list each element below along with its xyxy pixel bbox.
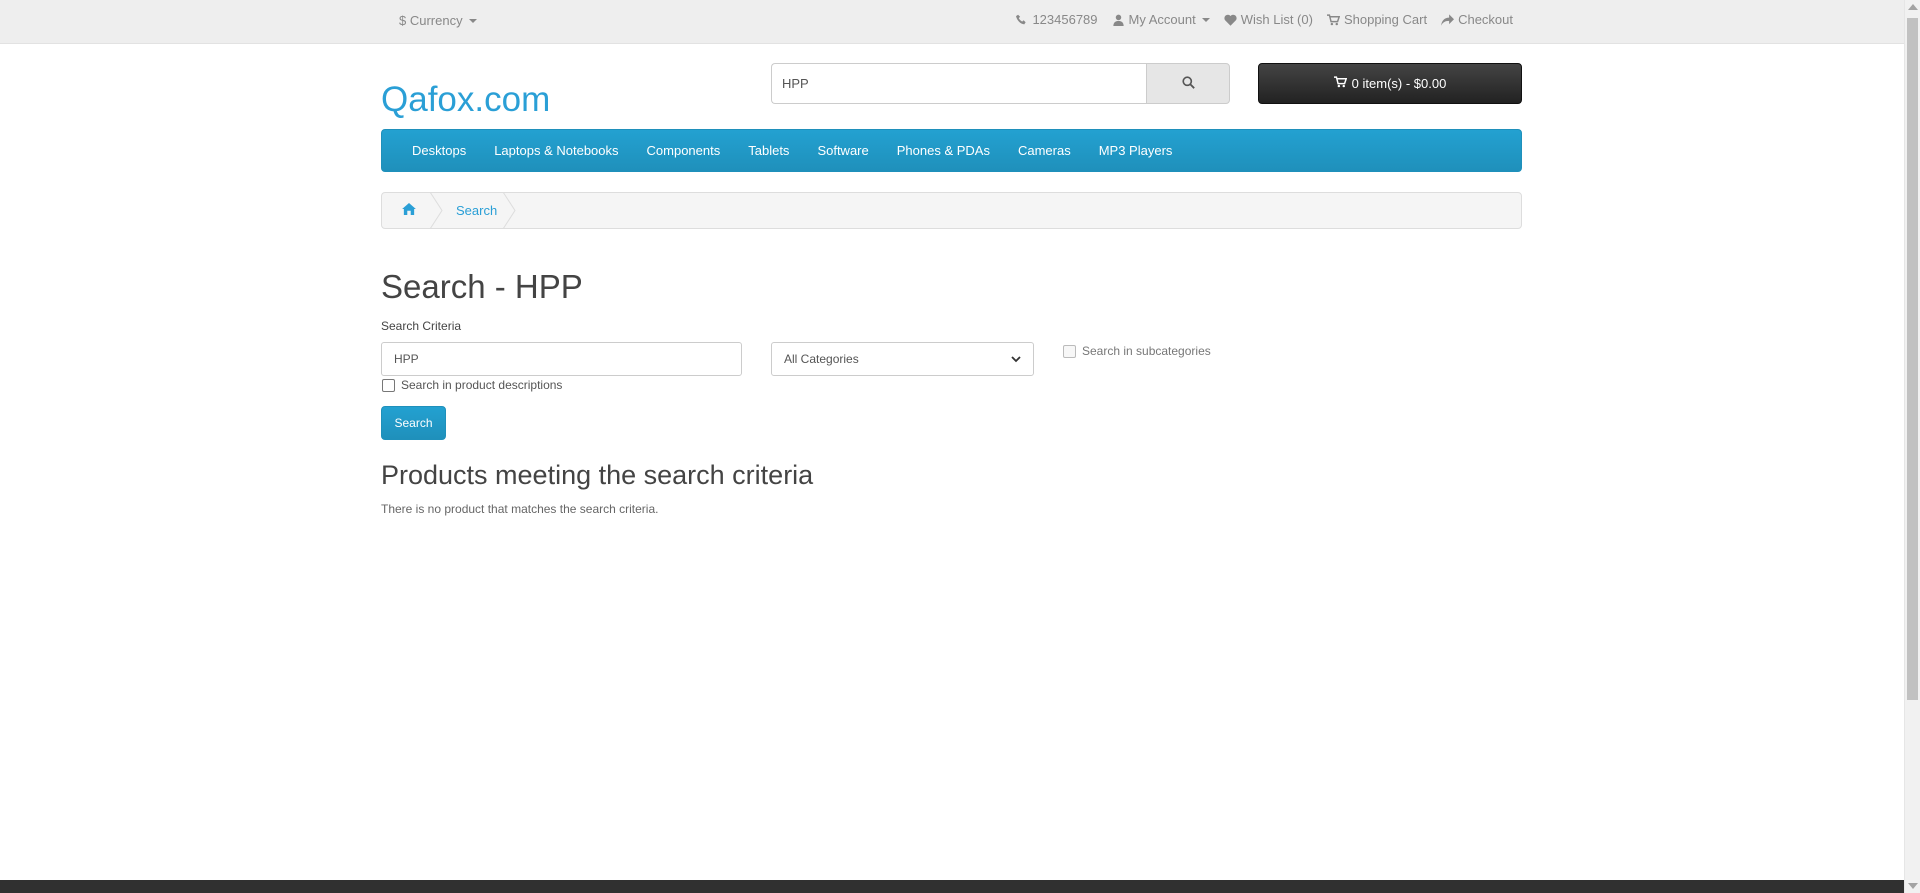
cart-icon (1333, 76, 1347, 91)
top-bar: $ Currency 123456789 My Account Wish Lis… (0, 0, 1904, 44)
shopping-cart-link[interactable]: Shopping Cart (1326, 12, 1428, 27)
subcategories-label: Search in subcategories (1082, 344, 1211, 358)
menu-item-tablets[interactable]: Tablets (734, 143, 803, 158)
menu-item-mp3-players[interactable]: MP3 Players (1085, 143, 1187, 158)
category-select[interactable]: All Categories (771, 342, 1034, 376)
menu-item-components[interactable]: Components (633, 143, 735, 158)
phone-icon (1015, 13, 1028, 26)
cart-icon (1326, 13, 1340, 26)
cart-button-label: 0 item(s) - $0.00 (1351, 76, 1447, 91)
menu-item-software[interactable]: Software (803, 143, 882, 158)
phone-link[interactable]: 123456789 (1015, 12, 1098, 27)
breadcrumb-separator (502, 192, 516, 229)
shopping-cart-label: Shopping Cart (1343, 12, 1428, 27)
subcategories-checkbox-row: Search in subcategories (1063, 344, 1211, 358)
search-criteria-input[interactable] (381, 342, 742, 376)
main-menu: Desktops Laptops & Notebooks Components … (381, 129, 1522, 172)
currency-dropdown[interactable]: $ Currency (399, 13, 477, 28)
breadcrumb-separator (429, 192, 443, 229)
home-icon (402, 203, 416, 218)
breadcrumb-search[interactable]: Search (444, 192, 517, 229)
subcategories-checkbox[interactable] (1063, 344, 1076, 358)
results-title: Products meeting the search criteria (381, 460, 814, 490)
search-button[interactable]: Search (381, 406, 446, 440)
checkout-label: Checkout (1458, 12, 1513, 27)
footer (0, 880, 1904, 893)
site-logo[interactable]: Qafox.com (381, 80, 550, 120)
caret-down-icon (1201, 17, 1210, 22)
search-icon (1181, 75, 1195, 92)
header-search (771, 63, 1230, 104)
menu-item-laptops-notebooks[interactable]: Laptops & Notebooks (480, 143, 632, 158)
breadcrumb-home[interactable] (402, 192, 444, 229)
menu-item-cameras[interactable]: Cameras (1004, 143, 1085, 158)
caret-down-icon (468, 18, 477, 23)
menu-item-phones-pdas[interactable]: Phones & PDAs (883, 143, 1004, 158)
chevron-down-icon (1011, 356, 1021, 363)
descriptions-label: Search in product descriptions (401, 378, 563, 392)
breadcrumb-search-label: Search (456, 203, 498, 218)
category-select-value: All Categories (784, 352, 859, 366)
page-title: Search - HPP (381, 268, 583, 305)
descriptions-checkbox-row: Search in product descriptions (382, 378, 562, 392)
vertical-scrollbar[interactable] (1904, 0, 1920, 893)
header-search-input[interactable] (771, 63, 1146, 104)
currency-label: $ Currency (399, 13, 463, 28)
menu-item-desktops[interactable]: Desktops (398, 143, 480, 158)
scroll-up-arrow-icon[interactable] (1908, 4, 1918, 10)
share-icon (1441, 13, 1455, 26)
checkout-link[interactable]: Checkout (1441, 12, 1513, 27)
heart-icon (1224, 13, 1237, 26)
wish-list-label: Wish List (0) (1240, 12, 1313, 27)
descriptions-checkbox[interactable] (382, 378, 395, 392)
no-results-message: There is no product that matches the sea… (381, 502, 659, 516)
phone-number: 123456789 (1032, 12, 1098, 27)
my-account-dropdown[interactable]: My Account (1112, 12, 1210, 27)
scroll-down-arrow-icon[interactable] (1908, 883, 1918, 889)
header-search-button[interactable] (1146, 63, 1230, 104)
search-criteria-label: Search Criteria (381, 319, 462, 333)
wish-list-link[interactable]: Wish List (0) (1224, 12, 1313, 27)
scrollbar-thumb[interactable] (1907, 18, 1918, 700)
cart-button[interactable]: 0 item(s) - $0.00 (1258, 63, 1522, 104)
top-links: 123456789 My Account Wish List (0) Shopp… (1015, 12, 1513, 27)
user-icon (1112, 13, 1125, 26)
breadcrumb: Search (381, 192, 1522, 229)
my-account-label: My Account (1128, 12, 1196, 27)
